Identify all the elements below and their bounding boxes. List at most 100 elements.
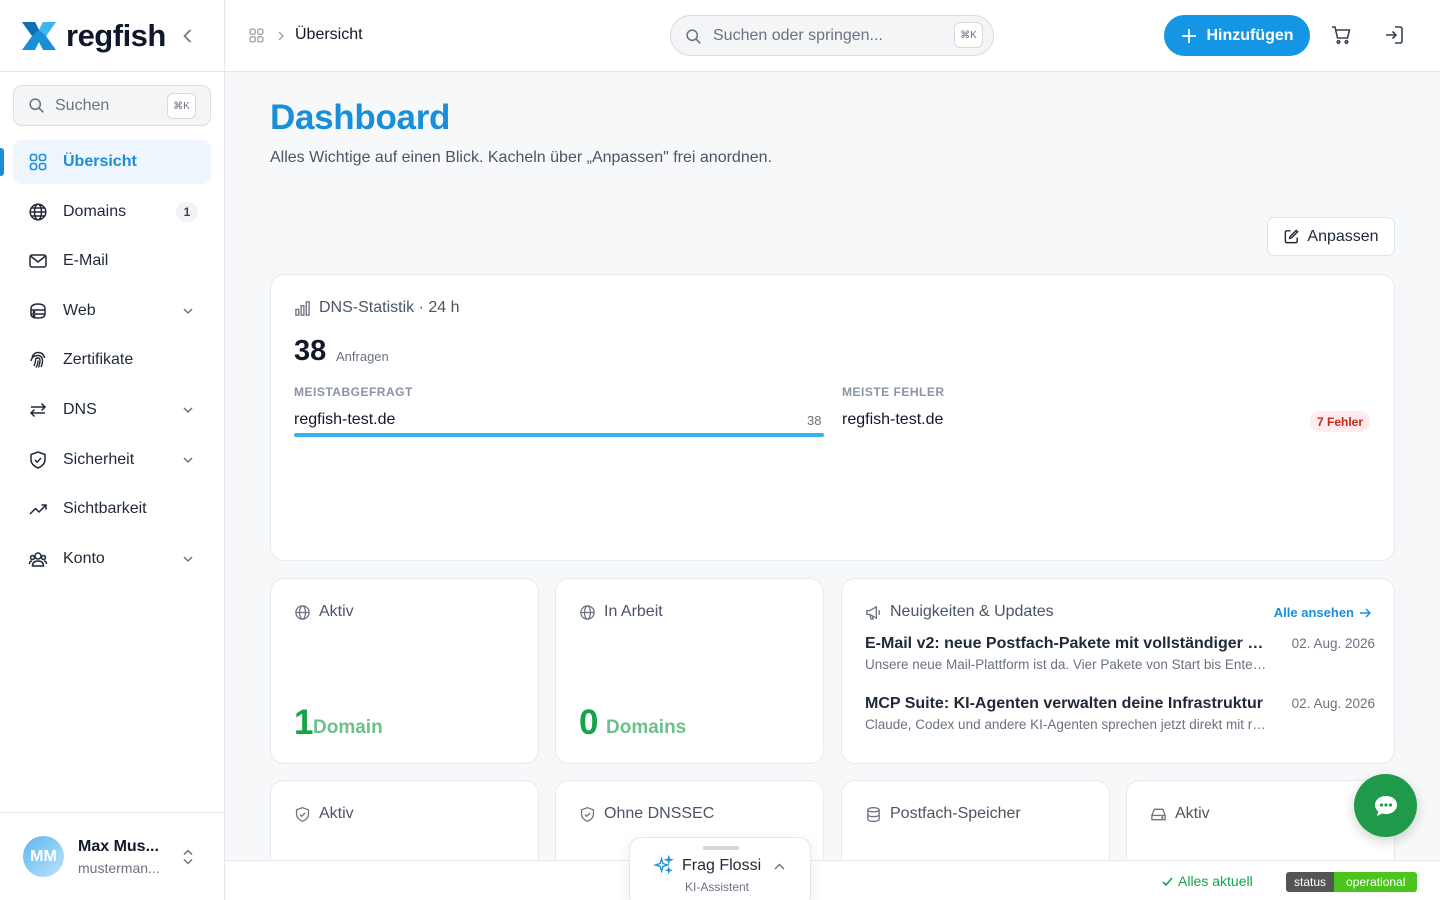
hard-drive-icon bbox=[1151, 808, 1166, 820]
card-title: Ohne DNSSEC bbox=[604, 805, 715, 822]
sidebar-item-label: Übersicht bbox=[63, 153, 137, 170]
assistant-name: Frag Flossi bbox=[682, 857, 762, 874]
drag-handle[interactable] bbox=[703, 846, 739, 850]
sidebar: regfish Suchen ⌘K Übersicht Domains 1 E-… bbox=[0, 0, 225, 900]
arrows-icon bbox=[29, 402, 47, 417]
sidebar-item-dns[interactable]: DNS bbox=[13, 388, 211, 432]
fingerprint-icon bbox=[30, 352, 46, 369]
sidebar-search-input[interactable]: Suchen ⌘K bbox=[13, 85, 211, 126]
topbar: Übersicht Suchen oder springen... ⌘K Hin… bbox=[225, 0, 1440, 72]
in-progress-domains-card[interactable]: In Arbeit 0 Domains bbox=[555, 578, 824, 764]
query-share-fill bbox=[294, 433, 824, 437]
collapse-sidebar-icon[interactable] bbox=[178, 26, 198, 46]
card-title: Aktiv bbox=[319, 805, 354, 822]
database-icon bbox=[867, 806, 880, 822]
breadcrumb: Übersicht bbox=[295, 26, 363, 43]
sidebar-search-placeholder: Suchen bbox=[55, 96, 110, 114]
chevron-down-icon bbox=[183, 407, 193, 414]
user-menu[interactable]: MM Max Mus... musterman... bbox=[0, 812, 225, 900]
add-button[interactable]: Hinzufügen bbox=[1164, 15, 1310, 56]
cart-icon[interactable] bbox=[1330, 24, 1352, 46]
news-item[interactable]: E-Mail v2: neue Postfach-Pakete mit voll… bbox=[865, 635, 1375, 672]
sidebar-item-zertifikate[interactable]: Zertifikate bbox=[13, 338, 211, 382]
globe-icon bbox=[29, 203, 47, 221]
see-all-link[interactable]: Alle ansehen bbox=[1274, 605, 1371, 620]
globe-icon bbox=[580, 604, 595, 620]
add-button-label: Hinzufügen bbox=[1206, 26, 1294, 44]
news-card: Neuigkeiten & Updates Alle ansehen E-Mai… bbox=[841, 578, 1395, 764]
news-item[interactable]: MCP Suite: KI-Agenten verwalten deine In… bbox=[865, 695, 1375, 732]
update-status-text: Alles aktuell bbox=[1178, 873, 1253, 889]
status-footer: Alles aktuell status operational bbox=[225, 860, 1440, 900]
sidebar-item-web[interactable]: Web bbox=[13, 289, 211, 333]
sidebar-item-domains[interactable]: Domains 1 bbox=[13, 190, 211, 234]
chevron-up-down-icon bbox=[183, 849, 193, 865]
news-date: 02. Aug. 2026 bbox=[1291, 696, 1375, 711]
stat-unit: Domain bbox=[313, 717, 383, 738]
active-domains-card[interactable]: Aktiv 1 Domain bbox=[270, 578, 539, 764]
search-icon bbox=[29, 98, 44, 113]
news-description: Unsere neue Mail-Plattform ist da. Vier … bbox=[865, 657, 1267, 672]
ai-assistant-panel[interactable]: Frag Flossi KI-Assistent bbox=[629, 837, 811, 900]
card-title: DNS-Statistik · 24 h bbox=[319, 299, 460, 316]
most-errors-label: MEISTE FEHLER bbox=[842, 385, 945, 399]
update-status: Alles aktuell bbox=[1161, 873, 1253, 889]
card-title: Aktiv bbox=[319, 603, 354, 620]
server-icon bbox=[30, 303, 46, 319]
trending-up-icon bbox=[29, 504, 47, 515]
sidebar-item-sichtbarkeit[interactable]: Sichtbarkeit bbox=[13, 487, 211, 531]
shortcut-key: ⌘K bbox=[954, 22, 983, 48]
query-count: 38 bbox=[294, 335, 327, 367]
stat-value: 0 bbox=[579, 703, 599, 742]
customize-button[interactable]: Anpassen bbox=[1267, 217, 1395, 256]
see-all-label: Alle ansehen bbox=[1273, 605, 1354, 620]
chevron-up-icon[interactable] bbox=[773, 860, 786, 873]
most-queried-domain[interactable]: regfish-test.de bbox=[294, 411, 395, 429]
sidebar-item-label: Sicherheit bbox=[63, 450, 135, 468]
sidebar-item-label: E-Mail bbox=[63, 252, 109, 270]
news-description: Claude, Codex und andere KI-Agenten spre… bbox=[865, 717, 1267, 732]
most-queried-label: MEISTABGEFRAGT bbox=[294, 385, 413, 399]
stat-unit: Domains bbox=[606, 717, 687, 738]
search-placeholder: Suchen oder springen... bbox=[713, 27, 883, 44]
most-errors-domain[interactable]: regfish-test.de bbox=[842, 411, 943, 429]
sidebar-item-label: DNS bbox=[63, 400, 97, 418]
card-header: Ohne DNSSEC bbox=[579, 805, 714, 823]
sidebar-nav: Übersicht Domains 1 E-Mail Web Zertifika… bbox=[0, 140, 211, 586]
news-date: 02. Aug. 2026 bbox=[1291, 636, 1375, 651]
status-badge-value: operational bbox=[1334, 872, 1418, 892]
stat-value: 1 bbox=[294, 703, 314, 742]
card-header: In Arbeit bbox=[579, 603, 663, 621]
bar-chart-icon bbox=[295, 300, 310, 316]
logout-icon[interactable] bbox=[1383, 24, 1405, 46]
sidebar-item-email[interactable]: E-Mail bbox=[13, 239, 211, 283]
query-count-label: Anfragen bbox=[336, 349, 389, 364]
page-title: Dashboard bbox=[270, 98, 451, 137]
dns-stats-card: DNS-Statistik · 24 h 38 Anfragen MEISTAB… bbox=[270, 274, 1395, 561]
news-title: MCP Suite: KI-Agenten verwalten deine In… bbox=[865, 695, 1263, 712]
sidebar-item-label: Zertifikate bbox=[63, 351, 134, 369]
card-header: Aktiv bbox=[294, 603, 354, 621]
grid-icon[interactable] bbox=[248, 27, 265, 44]
sidebar-item-sicherheit[interactable]: Sicherheit bbox=[13, 438, 211, 482]
chevron-right-icon bbox=[278, 31, 284, 41]
chevron-down-icon bbox=[183, 556, 193, 562]
chevron-down-icon bbox=[183, 457, 193, 463]
chat-button[interactable] bbox=[1354, 774, 1417, 837]
card-header: Aktiv bbox=[1150, 805, 1210, 823]
sidebar-item-konto[interactable]: Konto bbox=[13, 537, 211, 581]
status-badge[interactable]: status operational bbox=[1286, 872, 1418, 892]
count-badge: 1 bbox=[176, 201, 198, 222]
plus-icon bbox=[1182, 28, 1197, 43]
most-queried-count: 38 bbox=[807, 413, 822, 428]
edit-icon bbox=[1285, 229, 1300, 244]
shield-icon bbox=[295, 806, 310, 822]
sidebar-item-uebersicht[interactable]: Übersicht bbox=[0, 140, 211, 184]
card-header: Postfach-Speicher bbox=[865, 805, 1021, 823]
card-title: Neuigkeiten & Updates bbox=[890, 603, 1054, 620]
assistant-subtitle: KI-Assistent bbox=[685, 880, 750, 894]
shield-icon bbox=[580, 806, 595, 822]
sparkles-icon bbox=[653, 855, 674, 875]
search-input[interactable]: Suchen oder springen... ⌘K bbox=[670, 15, 994, 56]
card-title: Aktiv bbox=[1175, 805, 1210, 822]
